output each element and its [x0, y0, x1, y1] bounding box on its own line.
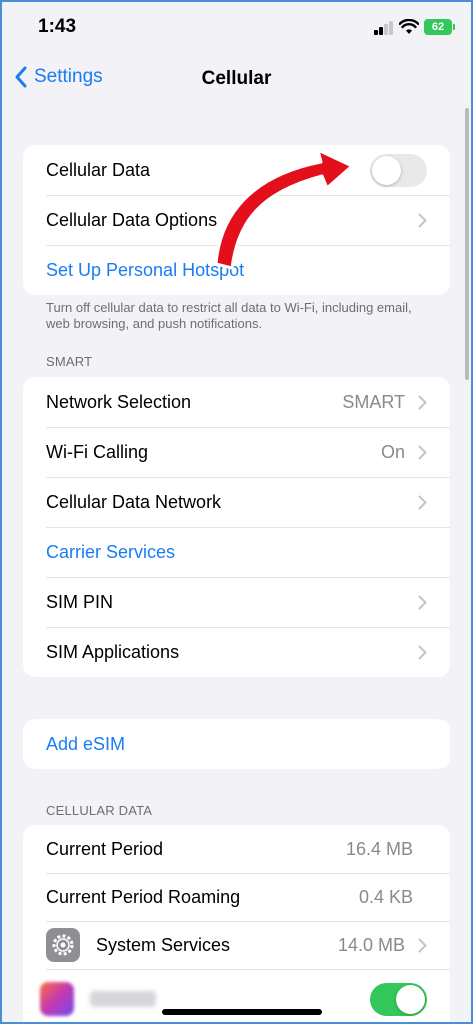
- carrier-services-row[interactable]: Carrier Services: [23, 527, 450, 577]
- cellular-data-network-row[interactable]: Cellular Data Network: [23, 477, 450, 527]
- sim-applications-label: SIM Applications: [46, 641, 180, 662]
- add-esim-row[interactable]: Add eSIM: [23, 719, 450, 769]
- home-indicator[interactable]: [162, 1009, 322, 1015]
- annotation-arrow-icon: [214, 148, 354, 270]
- system-services-label: System Services: [96, 934, 231, 955]
- system-services-row[interactable]: System Services 14.0 MB: [23, 921, 450, 969]
- add-esim-link: Add eSIM: [46, 733, 126, 754]
- current-period-roaming-row: Current Period Roaming 0.4 KB: [23, 873, 450, 921]
- sim-applications-row[interactable]: SIM Applications: [23, 627, 450, 677]
- cellular-data-network-label: Cellular Data Network: [46, 491, 222, 512]
- chevron-right-icon: [418, 395, 427, 410]
- sim-pin-row[interactable]: SIM PIN: [23, 577, 450, 627]
- section-header-cellular-data: CELLULAR DATA: [46, 803, 153, 818]
- chevron-right-icon: [418, 445, 427, 460]
- chevron-right-icon: [418, 938, 427, 953]
- wifi-calling-row[interactable]: Wi-Fi Calling On: [23, 427, 450, 477]
- esim-group: Add eSIM: [23, 719, 450, 769]
- cellular-data-usage-group: Current Period 16.4 MB Current Period Ro…: [23, 825, 450, 1024]
- current-period-label: Current Period: [46, 838, 164, 859]
- cellular-data-footer: Turn off cellular data to restrict all d…: [46, 300, 412, 331]
- chevron-right-icon: [418, 645, 427, 660]
- chevron-right-icon: [418, 495, 427, 510]
- current-period-roaming-label: Current Period Roaming: [46, 886, 241, 907]
- current-period-roaming-value: 0.4 KB: [358, 886, 413, 907]
- app-name-redacted: [90, 991, 156, 1007]
- current-period-value: 16.4 MB: [345, 838, 413, 859]
- gear-icon: [46, 928, 80, 962]
- app-cellular-toggle[interactable]: [370, 983, 427, 1016]
- app-icon: [40, 982, 74, 1016]
- system-services-value: 14.0 MB: [337, 934, 405, 955]
- carrier-services-link: Carrier Services: [46, 541, 176, 562]
- wifi-calling-label: Wi-Fi Calling: [46, 441, 149, 462]
- section-header-smart: SMART: [46, 354, 93, 369]
- network-selection-value: SMART: [342, 391, 405, 412]
- smart-group: Network Selection SMART Wi-Fi Calling On…: [23, 377, 450, 677]
- network-selection-label: Network Selection: [46, 391, 192, 412]
- network-selection-row[interactable]: Network Selection SMART: [23, 377, 450, 427]
- chevron-right-icon: [418, 595, 427, 610]
- app-usage-row: [23, 969, 450, 1024]
- wifi-calling-value: On: [380, 441, 405, 462]
- current-period-row: Current Period 16.4 MB: [23, 825, 450, 873]
- sim-pin-label: SIM PIN: [46, 591, 114, 612]
